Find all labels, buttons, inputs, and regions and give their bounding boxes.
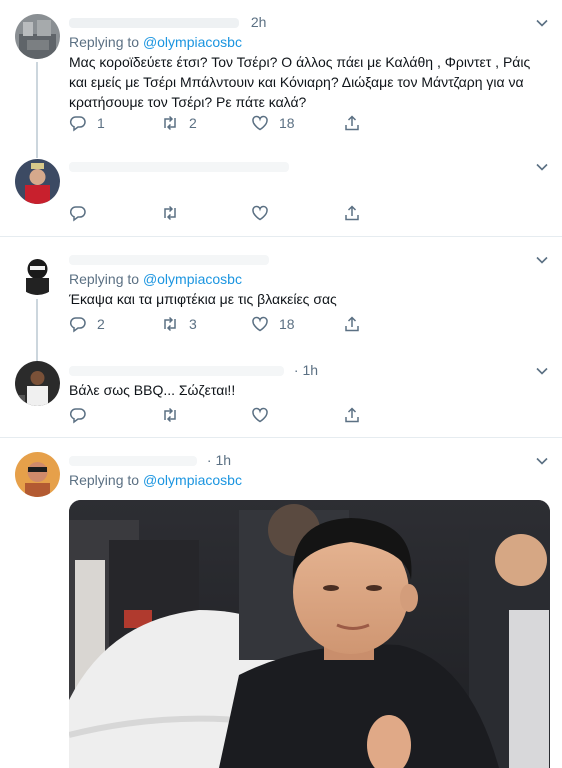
tweet-time[interactable]: 2h bbox=[251, 14, 267, 30]
tweet-actions: 1 2 18 bbox=[69, 112, 369, 134]
reply-icon bbox=[69, 206, 86, 222]
like-button[interactable]: 18 bbox=[251, 313, 295, 335]
replying-to-handle[interactable]: @olympiacosbc bbox=[143, 271, 242, 287]
tweet-4[interactable]: · 1h Βάλε σως BBQ... Σώζεται!! bbox=[0, 350, 562, 436]
chevron-down-icon[interactable] bbox=[535, 253, 549, 267]
reply-icon bbox=[69, 408, 86, 424]
reply-button[interactable] bbox=[69, 202, 97, 224]
like-button[interactable] bbox=[251, 404, 279, 426]
chevron-down-icon[interactable] bbox=[535, 160, 549, 174]
tweet-text: Έκαψα και τα μπιφτέκια με τις βλακείες σ… bbox=[69, 291, 337, 307]
share-button[interactable] bbox=[343, 202, 361, 224]
replying-to-label: Replying to bbox=[69, 271, 140, 287]
retweet-button[interactable] bbox=[161, 404, 189, 426]
tweet-text: Μας κοροϊδεύετε έτσι? Τον Τσέρι? Ο άλλος… bbox=[69, 54, 531, 110]
share-button[interactable] bbox=[343, 404, 361, 426]
like-count: 18 bbox=[279, 115, 295, 131]
reply-count: 2 bbox=[97, 316, 105, 332]
reply-button[interactable]: 1 bbox=[69, 112, 105, 134]
share-icon bbox=[345, 316, 359, 332]
retweet-button[interactable]: 2 bbox=[161, 112, 197, 134]
tweet-2[interactable] bbox=[0, 150, 562, 236]
reply-button[interactable]: 2 bbox=[69, 313, 105, 335]
tweet-meta: · 1h bbox=[69, 452, 231, 468]
replying-to-handle[interactable]: @olympiacosbc bbox=[143, 34, 242, 50]
tweet-1[interactable]: 2h Replying to @olympiacosbc Μας κοροϊδε… bbox=[0, 0, 562, 158]
avatar[interactable] bbox=[15, 452, 60, 497]
author-name[interactable] bbox=[69, 255, 269, 266]
retweet-button[interactable]: 3 bbox=[161, 313, 197, 335]
replying-to-handle[interactable]: @olympiacosbc bbox=[143, 472, 242, 488]
tweet-media-image[interactable] bbox=[69, 500, 550, 768]
author-name[interactable] bbox=[69, 366, 284, 377]
like-icon bbox=[252, 316, 268, 332]
thread-line bbox=[36, 62, 38, 158]
like-button[interactable]: 18 bbox=[251, 112, 295, 134]
tweet-meta bbox=[69, 158, 289, 174]
tweet-meta: 2h bbox=[69, 14, 266, 30]
retweet-button[interactable] bbox=[161, 202, 189, 224]
tweet-text: Βάλε σως BBQ... Σώζεται!! bbox=[69, 382, 236, 398]
replying-to: Replying to @olympiacosbc bbox=[69, 34, 242, 50]
share-button[interactable] bbox=[343, 313, 361, 335]
retweet-count: 2 bbox=[189, 115, 197, 131]
avatar[interactable] bbox=[15, 250, 60, 295]
avatar[interactable] bbox=[15, 14, 60, 59]
retweet-icon bbox=[164, 407, 176, 423]
chevron-down-icon[interactable] bbox=[535, 364, 549, 378]
author-name[interactable] bbox=[69, 162, 289, 173]
share-icon bbox=[345, 205, 359, 221]
share-icon bbox=[345, 407, 359, 423]
like-icon bbox=[252, 115, 268, 131]
tweet-meta: · 1h bbox=[69, 362, 318, 378]
tweet-time[interactable]: · 1h bbox=[207, 452, 231, 468]
like-icon bbox=[252, 205, 268, 221]
replying-to: Replying to @olympiacosbc bbox=[69, 472, 242, 488]
avatar[interactable] bbox=[15, 159, 60, 204]
reply-count: 1 bbox=[97, 115, 105, 131]
replying-to-label: Replying to bbox=[69, 472, 140, 488]
chevron-down-icon[interactable] bbox=[535, 16, 549, 30]
like-icon bbox=[252, 407, 268, 423]
tweet-3[interactable]: Replying to @olympiacosbc Έκαψα και τα μ… bbox=[0, 237, 562, 362]
tweet-time[interactable]: · 1h bbox=[294, 362, 318, 378]
avatar[interactable] bbox=[15, 361, 60, 406]
share-button[interactable] bbox=[343, 112, 361, 134]
tweet-meta bbox=[69, 251, 269, 267]
chevron-down-icon[interactable] bbox=[535, 454, 549, 468]
like-button[interactable] bbox=[251, 202, 279, 224]
retweet-icon bbox=[164, 115, 176, 131]
author-name[interactable] bbox=[69, 456, 197, 467]
like-count: 18 bbox=[279, 316, 295, 332]
author-name[interactable] bbox=[69, 18, 239, 29]
reply-icon bbox=[69, 116, 86, 132]
reply-icon bbox=[69, 317, 86, 333]
tweet-actions bbox=[69, 202, 369, 224]
replying-to-label: Replying to bbox=[69, 34, 140, 50]
reply-button[interactable] bbox=[69, 404, 97, 426]
replying-to: Replying to @olympiacosbc bbox=[69, 271, 242, 287]
retweet-icon bbox=[164, 316, 176, 332]
share-icon bbox=[345, 115, 359, 131]
retweet-count: 3 bbox=[189, 316, 197, 332]
tweet-actions bbox=[69, 404, 369, 426]
tweet-actions: 2 3 18 bbox=[69, 313, 369, 335]
retweet-icon bbox=[164, 205, 176, 221]
